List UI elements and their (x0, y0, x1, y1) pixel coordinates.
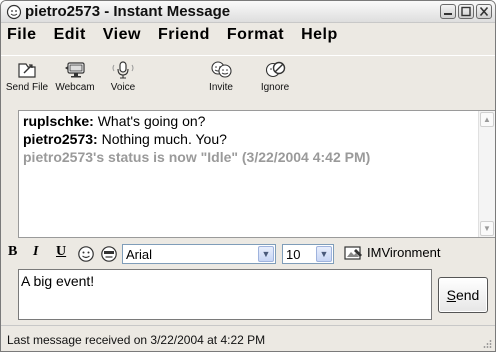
webcam-icon (65, 62, 85, 78)
message-input-text: A big event! (21, 273, 95, 289)
minimize-button[interactable] (440, 4, 456, 19)
status-notification: pietro2573's status is now "Idle" (3/22/… (23, 149, 371, 165)
font-family-value: Arial (126, 247, 153, 262)
chat-history[interactable]: ruplschke: What's going on? pietro2573: … (18, 110, 495, 238)
send-file-label: Send File (5, 82, 49, 93)
bold-button[interactable]: B (8, 244, 17, 260)
scroll-down-arrow-icon[interactable]: ▼ (480, 221, 494, 236)
chat-scrollbar[interactable]: ▲ ▼ (478, 111, 495, 237)
voice-microphone-icon (112, 61, 134, 79)
imvironment-icon[interactable] (344, 245, 364, 263)
menu-bar: File Edit View Friend Format Help (1, 23, 495, 47)
toolbar: Send File Webcam Voice Invite Ignore (1, 55, 495, 105)
menu-friend[interactable]: Friend (158, 26, 210, 44)
menu-help[interactable]: Help (301, 26, 338, 44)
invite-button[interactable]: Invite (201, 60, 241, 104)
send-button[interactable]: Send (438, 277, 488, 313)
audible-emoticon-icon[interactable] (100, 245, 118, 263)
resize-grip-icon[interactable] (482, 339, 492, 349)
title-bar[interactable]: pietro2573 - Instant Message (1, 1, 495, 23)
chat-message: ruplschke: What's going on? (23, 112, 475, 130)
send-file-button[interactable]: Send File (5, 60, 49, 104)
status-bar: Last message received on 3/22/2004 at 4:… (1, 325, 495, 351)
format-toolbar: B I U Arial ▼ 10 ▼ IMVironment (1, 241, 495, 267)
maximize-button[interactable] (458, 4, 474, 19)
underline-button[interactable]: U (56, 244, 66, 260)
menu-format[interactable]: Format (227, 26, 284, 44)
ignore-icon (265, 61, 286, 78)
scroll-up-arrow-icon[interactable]: ▲ (480, 112, 494, 127)
font-size-select[interactable]: 10 ▼ (282, 244, 334, 264)
invite-icon (211, 61, 232, 78)
send-file-icon (18, 63, 36, 78)
italic-button[interactable]: I (33, 244, 38, 260)
menu-file[interactable]: File (7, 26, 37, 44)
instant-message-window: pietro2573 - Instant Message File Edit V… (0, 0, 496, 352)
message-text: What's going on? (93, 113, 206, 129)
menu-view[interactable]: View (103, 26, 141, 44)
messenger-smiley-icon (6, 4, 22, 20)
font-size-value: 10 (286, 247, 301, 262)
voice-button[interactable]: Voice (103, 60, 143, 104)
message-sender: ruplschke: (23, 113, 94, 129)
close-icon (479, 6, 489, 17)
chat-message: pietro2573: Nothing much. You? (23, 130, 475, 148)
invite-label: Invite (209, 82, 233, 93)
chevron-down-icon[interactable]: ▼ (316, 246, 332, 262)
menu-edit[interactable]: Edit (54, 26, 86, 44)
voice-label: Voice (110, 82, 136, 93)
maximize-icon (461, 6, 471, 17)
font-family-select[interactable]: Arial ▼ (122, 244, 276, 264)
imvironment-label[interactable]: IMVironment (367, 245, 440, 260)
minimize-icon (444, 13, 452, 15)
webcam-label: Webcam (55, 82, 95, 93)
message-sender: pietro2573: (23, 131, 98, 147)
window-title: pietro2573 - Instant Message (25, 3, 231, 20)
send-label-accelerator: S (446, 287, 456, 303)
emoticon-icon[interactable] (77, 245, 95, 263)
chevron-down-icon[interactable]: ▼ (258, 246, 274, 262)
message-text: Nothing much. You? (97, 131, 227, 147)
status-bar-text: Last message received on 3/22/2004 at 4:… (7, 333, 266, 347)
ignore-button[interactable]: Ignore (255, 60, 295, 104)
webcam-button[interactable]: Webcam (53, 60, 97, 104)
close-button[interactable] (476, 4, 492, 19)
send-label-rest: end (455, 287, 480, 303)
message-input[interactable]: A big event! (18, 269, 432, 320)
ignore-label: Ignore (260, 82, 290, 93)
